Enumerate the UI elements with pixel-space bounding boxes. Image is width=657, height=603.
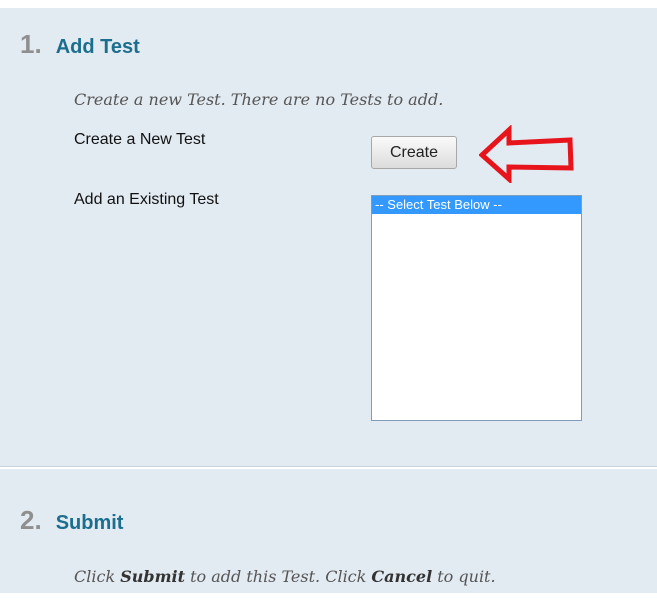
create-new-test-label: Create a New Test (74, 131, 206, 148)
step-header: 1. Add Test (20, 29, 140, 60)
instruction-text: Click (74, 567, 121, 586)
step-number: 1. (20, 29, 42, 59)
step-number: 2. (20, 505, 42, 535)
step-title: Add Test (55, 36, 140, 58)
step-add-test: 1. Add Test Create a new Test. There are… (0, 8, 657, 466)
step-header: 2. Submit (20, 505, 123, 536)
create-button[interactable]: Create (371, 136, 457, 169)
cancel-keyword: Cancel (371, 567, 433, 586)
step-instructions: Create a new Test. There are no Tests to… (74, 90, 444, 109)
add-existing-test-label: Add an Existing Test (74, 191, 219, 208)
step-submit: 2. Submit Click Submit to add this Test.… (0, 469, 657, 593)
add-test-page: 1. Add Test Create a new Test. There are… (0, 0, 657, 603)
instruction-text: to add this Test. Click (185, 567, 372, 586)
select-test-option[interactable]: -- Select Test Below -- (372, 196, 581, 214)
submit-instructions: Click Submit to add this Test. Click Can… (74, 567, 496, 586)
step-title: Submit (55, 512, 124, 534)
red-arrow-icon (479, 125, 574, 183)
existing-test-listbox[interactable]: -- Select Test Below -- (371, 195, 582, 421)
submit-keyword: Submit (120, 567, 185, 586)
instruction-text: to quit. (432, 567, 496, 586)
